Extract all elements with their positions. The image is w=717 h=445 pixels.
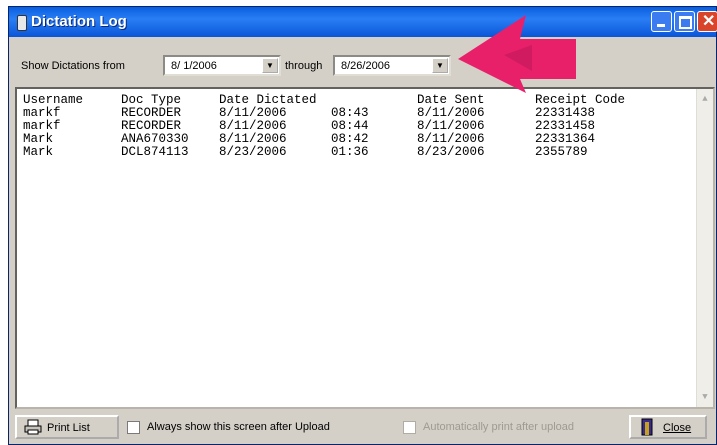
close-label: Close — [663, 422, 692, 434]
cell-receipt-code: 22331458 — [535, 119, 596, 133]
cell-receipt-code: 22331364 — [535, 132, 596, 146]
list-item[interactable]: Mark ANA670330 8/11/2006 08:42 8/11/2006… — [23, 132, 595, 146]
exit-door-icon — [641, 418, 653, 436]
list-item[interactable]: Mark DCL874113 8/23/2006 01:36 8/23/2006… — [23, 145, 588, 159]
footer-bar: Print List Always show this screen after… — [9, 411, 716, 445]
chevron-down-icon[interactable]: ▼ — [262, 58, 278, 73]
cell-username: markf — [23, 119, 61, 133]
title-bar[interactable]: Dictation Log ✕ — [9, 7, 717, 37]
cell-time: 08:44 — [331, 119, 369, 133]
close-window-button[interactable]: ✕ — [697, 11, 717, 32]
maximize-button[interactable] — [674, 11, 695, 32]
list-item[interactable]: markf RECORDER 8/11/2006 08:43 8/11/2006… — [23, 106, 595, 120]
cell-time: 08:42 — [331, 132, 369, 146]
always-show-checkbox[interactable] — [127, 421, 140, 434]
header-date-sent: Date Sent — [417, 93, 485, 107]
from-date-value: 8/ 1/2006 — [171, 60, 217, 72]
from-label: Show Dictations from — [21, 60, 125, 72]
cell-date-sent: 8/11/2006 — [417, 132, 485, 146]
dictation-log-window: Dictation Log ✕ Show Dictations from 8/ … — [8, 6, 717, 445]
cell-username: Mark — [23, 132, 54, 146]
cell-date-dictated: 8/11/2006 — [219, 132, 287, 146]
print-list-label: Print List — [47, 422, 90, 434]
cell-username: markf — [23, 106, 61, 120]
header-username: Username — [23, 93, 84, 107]
cell-date-sent: 8/11/2006 — [417, 119, 485, 133]
cell-date-dictated: 8/11/2006 — [219, 106, 287, 120]
vertical-scrollbar[interactable]: ▲ ▼ — [696, 89, 713, 407]
cell-doc-type: RECORDER — [121, 106, 182, 120]
cell-time: 08:43 — [331, 106, 369, 120]
always-show-label: Always show this screen after Upload — [147, 421, 330, 433]
close-icon: ✕ — [702, 13, 716, 30]
cell-date-sent: 8/11/2006 — [417, 106, 485, 120]
recorder-icon — [17, 15, 27, 31]
through-date-dropdown[interactable]: 8/26/2006 ▼ — [333, 55, 451, 76]
auto-print-checkbox — [403, 421, 416, 434]
print-list-button[interactable]: Print List — [15, 415, 119, 439]
window-title: Dictation Log — [31, 13, 127, 30]
header-receipt-code: Receipt Code — [535, 93, 626, 107]
from-date-dropdown[interactable]: 8/ 1/2006 ▼ — [163, 55, 281, 76]
cell-time: 01:36 — [331, 145, 369, 159]
through-date-value: 8/26/2006 — [341, 60, 390, 72]
auto-print-label: Automatically print after upload — [423, 421, 575, 433]
list-item[interactable]: markf RECORDER 8/11/2006 08:44 8/11/2006… — [23, 119, 595, 133]
through-label: through — [285, 60, 323, 72]
printer-icon — [24, 419, 42, 435]
header-date-dictated: Date Dictated — [219, 93, 317, 107]
cell-doc-type: DCL874113 — [121, 145, 189, 159]
annotation-arrow-icon — [458, 15, 576, 93]
header-doc-type: Doc Type — [121, 93, 182, 107]
cell-receipt-code: 2355789 — [535, 145, 588, 159]
list-header: Username Doc Type Date Dictated Date Sen… — [23, 93, 625, 107]
cell-date-dictated: 8/23/2006 — [219, 145, 287, 159]
scroll-up-icon[interactable]: ▲ — [699, 93, 711, 105]
close-button[interactable]: Close — [629, 415, 707, 439]
scroll-down-icon[interactable]: ▼ — [699, 391, 711, 403]
dictation-list[interactable]: Username Doc Type Date Dictated Date Sen… — [15, 87, 715, 409]
cell-date-dictated: 8/11/2006 — [219, 119, 287, 133]
chevron-down-icon[interactable]: ▼ — [432, 58, 448, 73]
cell-receipt-code: 22331438 — [535, 106, 596, 120]
cell-doc-type: ANA670330 — [121, 132, 189, 146]
filter-bar: Show Dictations from 8/ 1/2006 ▼ through… — [15, 51, 711, 81]
cell-username: Mark — [23, 145, 54, 159]
minimize-button[interactable] — [651, 11, 672, 32]
cell-date-sent: 8/23/2006 — [417, 145, 485, 159]
cell-doc-type: RECORDER — [121, 119, 182, 133]
